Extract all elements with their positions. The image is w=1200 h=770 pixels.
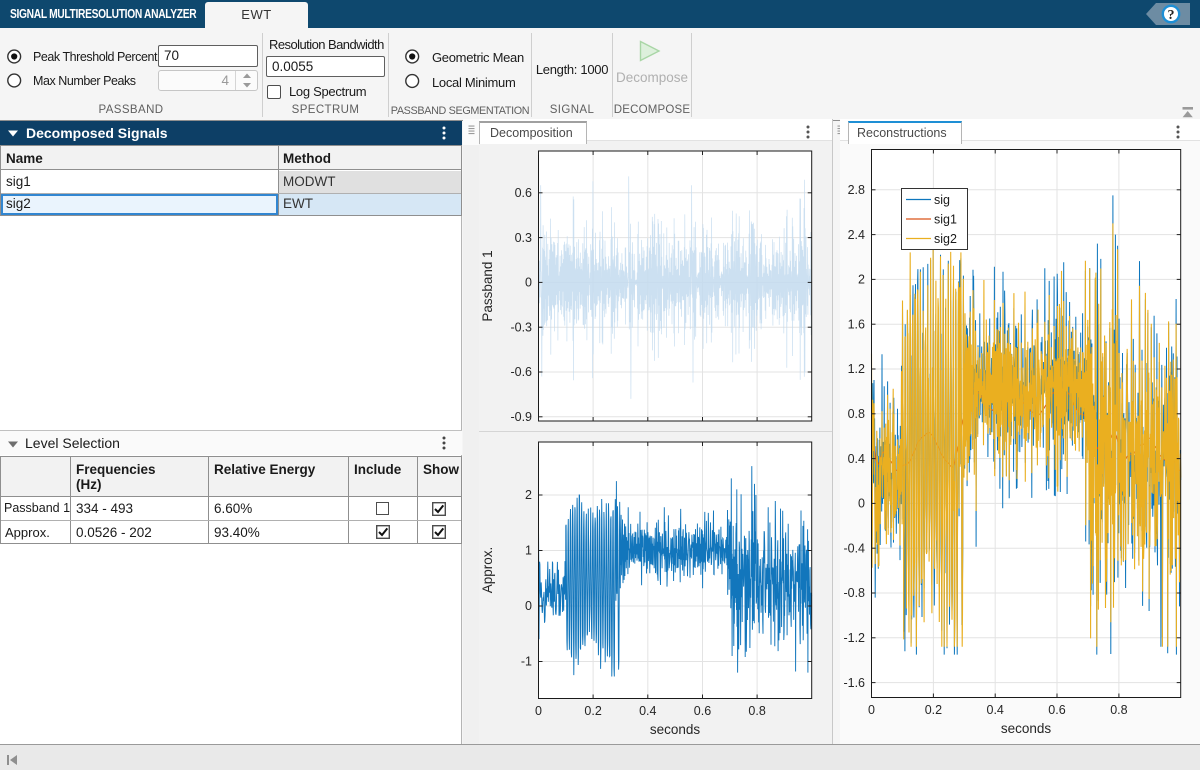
- svg-text:-1: -1: [521, 655, 532, 669]
- svg-text:0.4: 0.4: [848, 452, 865, 466]
- svg-text:0.8: 0.8: [848, 407, 865, 421]
- svg-text:0.8: 0.8: [748, 704, 765, 718]
- svg-text:0.6: 0.6: [515, 186, 532, 200]
- svg-text:-1.6: -1.6: [843, 676, 865, 690]
- svg-text:seconds: seconds: [650, 722, 701, 737]
- svg-text:0.4: 0.4: [987, 703, 1004, 717]
- svg-text:Passband 1: Passband 1: [480, 250, 495, 321]
- svg-text:0: 0: [525, 599, 532, 613]
- svg-text:2: 2: [858, 273, 865, 287]
- svg-text:0.4: 0.4: [639, 704, 656, 718]
- svg-text:-0.3: -0.3: [510, 320, 532, 334]
- svg-text:0: 0: [858, 497, 865, 511]
- svg-text:-0.4: -0.4: [843, 541, 865, 555]
- svg-text:-1.2: -1.2: [843, 631, 865, 645]
- svg-text:2.8: 2.8: [848, 183, 865, 197]
- svg-text:2.4: 2.4: [848, 228, 865, 242]
- svg-text:0: 0: [868, 703, 875, 717]
- svg-text:0.2: 0.2: [584, 704, 601, 718]
- svg-text:0.6: 0.6: [694, 704, 711, 718]
- svg-text:1.6: 1.6: [848, 317, 865, 331]
- svg-text:-0.9: -0.9: [510, 410, 532, 424]
- svg-text:-0.8: -0.8: [843, 586, 865, 600]
- svg-text:0.3: 0.3: [515, 231, 532, 245]
- svg-text:0.6: 0.6: [1048, 703, 1065, 717]
- svg-text:2: 2: [525, 488, 532, 502]
- svg-text:0.8: 0.8: [1110, 703, 1127, 717]
- svg-text:sig2: sig2: [934, 232, 957, 246]
- svg-text:sig: sig: [934, 193, 950, 207]
- svg-text:0: 0: [525, 276, 532, 290]
- svg-text:?: ?: [1168, 8, 1175, 23]
- svg-text:0: 0: [535, 704, 542, 718]
- svg-text:0.2: 0.2: [925, 703, 942, 717]
- svg-text:Approx.: Approx.: [480, 547, 495, 594]
- svg-text:1.2: 1.2: [848, 362, 865, 376]
- svg-text:sig1: sig1: [934, 212, 957, 226]
- svg-text:1: 1: [525, 544, 532, 558]
- svg-text:seconds: seconds: [1001, 721, 1052, 736]
- svg-text:-0.6: -0.6: [510, 365, 532, 379]
